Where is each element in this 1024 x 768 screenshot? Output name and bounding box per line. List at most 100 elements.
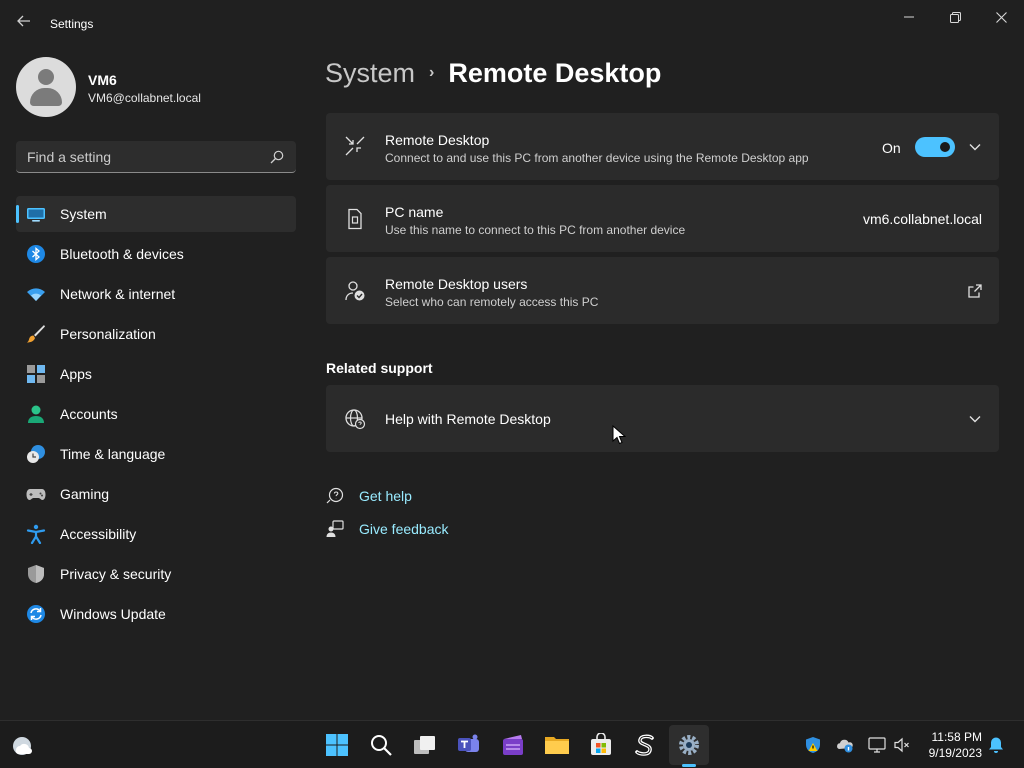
related-support-heading: Related support [326, 360, 433, 376]
active-app-indicator [682, 764, 696, 767]
sidebar-item-apps[interactable]: Apps [16, 356, 296, 392]
store-icon [591, 733, 611, 755]
close-button[interactable] [978, 6, 1024, 28]
gamepad-icon [26, 489, 46, 500]
card-title: PC name [385, 204, 444, 220]
notification-bell-icon[interactable] [987, 736, 1005, 754]
sidebar-item-label: Personalization [60, 326, 156, 342]
sidebar-nav: System Bluetooth & devices Network & int… [16, 196, 296, 636]
defender-warning-icon[interactable] [804, 736, 822, 754]
app-title: Settings [50, 17, 94, 31]
feedback-icon [326, 520, 344, 537]
avatar[interactable] [16, 57, 76, 117]
windows-logo-icon [326, 734, 348, 756]
task-view-icon [414, 736, 435, 754]
sidebar-item-network[interactable]: Network & internet [16, 276, 296, 312]
sidebar-item-label: System [60, 206, 107, 222]
sidebar-item-accounts[interactable]: Accounts [16, 396, 296, 432]
give-feedback-link[interactable]: Give feedback [326, 519, 449, 539]
taskbar-clipchamp-button[interactable] [499, 731, 527, 759]
taskbar-task-view-button[interactable] [411, 731, 439, 759]
accounts-icon [28, 405, 44, 423]
pc-document-icon [348, 208, 362, 230]
remote-desktop-card[interactable]: Remote Desktop Connect to and use this P… [326, 113, 999, 180]
sidebar-item-system[interactable]: System [16, 196, 296, 232]
give-feedback-label[interactable]: Give feedback [359, 521, 449, 537]
back-arrow-icon [17, 15, 30, 27]
sidebar-item-label: Accessibility [60, 526, 137, 542]
onedrive-info-icon[interactable] [836, 736, 854, 754]
breadcrumb-parent[interactable]: System [325, 58, 415, 88]
sidebar-item-accessibility[interactable]: Accessibility [16, 516, 296, 552]
help-chat-icon [326, 487, 344, 504]
title-bar: Settings [0, 0, 1024, 48]
taskbar-date[interactable]: 9/19/2023 [922, 746, 982, 760]
user-email: VM6@collabnet.local [88, 91, 201, 105]
remote-desktop-toggle[interactable] [915, 137, 955, 157]
avatar-head [38, 69, 54, 85]
globe-help-icon [345, 409, 366, 430]
gear-icon [679, 735, 699, 755]
network-icon[interactable] [868, 736, 886, 754]
system-icon [27, 208, 45, 222]
sidebar-item-label: Windows Update [60, 606, 166, 622]
toggle-knob [940, 142, 950, 152]
card-title: Remote Desktop [385, 132, 490, 148]
taskbar-teams-button[interactable] [455, 731, 483, 759]
apps-icon [27, 365, 45, 383]
help-remote-desktop-card[interactable]: Help with Remote Desktop [326, 385, 999, 452]
sidebar-item-personalization[interactable]: Personalization [16, 316, 296, 352]
taskbar-start-button[interactable] [323, 731, 351, 759]
taskbar-store-button[interactable] [587, 731, 615, 759]
taskbar-file-explorer-button[interactable] [543, 731, 571, 759]
close-icon [995, 11, 1007, 23]
search-icon[interactable] [270, 150, 284, 164]
remote-desktop-users-card[interactable]: Remote Desktop users Select who can remo… [326, 257, 999, 324]
chevron-down-icon[interactable] [968, 140, 982, 154]
chevron-down-icon[interactable] [968, 412, 982, 426]
sidebar-item-label: Apps [60, 366, 92, 382]
taskbar-settings-button[interactable] [669, 725, 709, 765]
card-description: Use this name to connect to this PC from… [385, 223, 686, 237]
card-description: Select who can remotely access this PC [385, 295, 599, 309]
sidebar-item-bluetooth[interactable]: Bluetooth & devices [16, 236, 296, 272]
page-title: Remote Desktop [448, 58, 662, 88]
wifi-icon [27, 288, 45, 301]
minimize-button[interactable] [886, 6, 932, 28]
sidebar-item-privacy[interactable]: Privacy & security [16, 556, 296, 592]
sidebar-item-label: Privacy & security [60, 566, 172, 582]
volume-muted-icon[interactable] [893, 736, 911, 754]
card-description: Connect to and use this PC from another … [385, 151, 809, 165]
user-check-icon [345, 281, 365, 301]
toggle-state-label: On [882, 140, 901, 156]
get-help-label[interactable]: Get help [359, 488, 412, 504]
sidebar-item-label: Gaming [60, 486, 110, 502]
avatar-body [30, 88, 62, 106]
sidebar-item-label: Bluetooth & devices [60, 246, 184, 262]
search-input[interactable] [16, 141, 266, 172]
restore-icon [949, 11, 961, 23]
sidebar-item-label: Network & internet [60, 286, 176, 302]
clipchamp-icon [503, 735, 523, 755]
taskbar-app-s-button[interactable] [631, 731, 659, 759]
weather-icon[interactable] [12, 736, 34, 756]
bluetooth-icon [27, 245, 45, 263]
user-name: VM6 [88, 72, 117, 88]
teams-icon [458, 734, 479, 752]
sidebar-item-label: Accounts [60, 406, 118, 422]
taskbar-search-button[interactable] [367, 731, 395, 759]
sidebar-item-time-language[interactable]: Time & language [16, 436, 296, 472]
pc-name-value: vm6.collabnet.local [862, 211, 982, 227]
get-help-link[interactable]: Get help [326, 486, 412, 506]
taskbar-time[interactable]: 11:58 PM [930, 730, 982, 744]
breadcrumb: System › Remote Desktop [325, 58, 661, 89]
pc-name-card: PC name Use this name to connect to this… [326, 185, 999, 252]
maximize-button[interactable] [932, 6, 978, 28]
search-box[interactable] [16, 141, 296, 173]
open-external-icon[interactable] [968, 284, 982, 298]
sidebar-item-windows-update[interactable]: Windows Update [16, 596, 296, 632]
card-title: Help with Remote Desktop [385, 411, 551, 427]
folder-icon [545, 737, 569, 754]
sidebar-item-gaming[interactable]: Gaming [16, 476, 296, 512]
back-button[interactable] [14, 14, 34, 34]
